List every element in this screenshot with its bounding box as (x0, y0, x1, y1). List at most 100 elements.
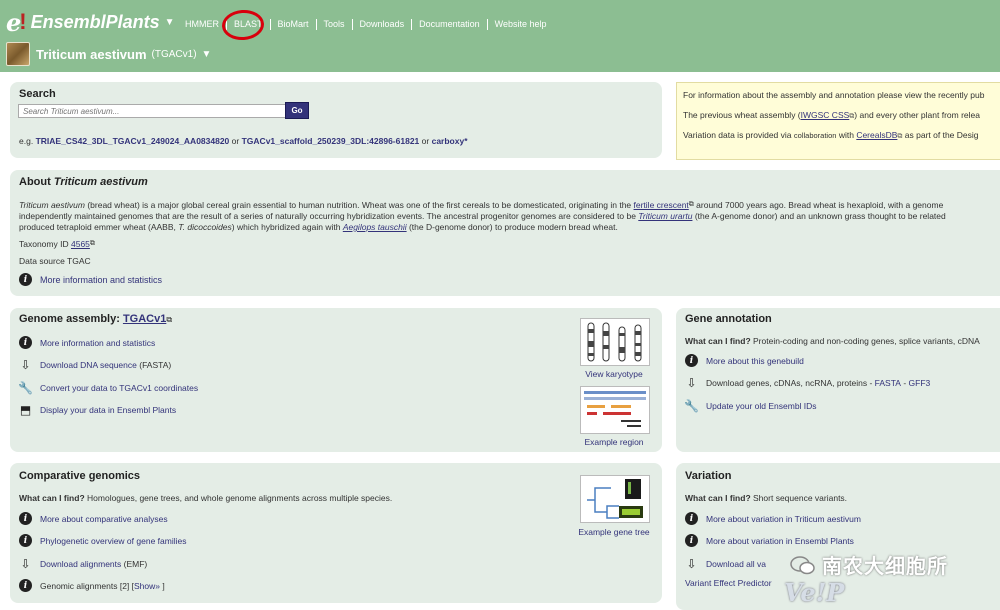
ensembl-plants-logo[interactable]: e ! EnsemblPlants ▼ (6, 7, 175, 37)
about-paragraph-line-3: produced tetraploid emmer wheat (AABB, T… (19, 222, 618, 232)
fasta-link[interactable]: FASTA (875, 378, 901, 388)
var-item-triticum[interactable]: i More about variation in Triticum aesti… (685, 512, 861, 525)
about-text: around 7000 years ago. Bread wheat is he… (693, 200, 944, 210)
search-examples: e.g. TRIAE_CS42_3DL_TGACv1_249024_AA0834… (19, 136, 468, 146)
species-thumbnail[interactable] (6, 42, 30, 66)
example-region-thumbnail[interactable] (580, 386, 650, 434)
what-find-label: What can I find? (685, 336, 751, 346)
nav-tools[interactable]: Tools (315, 19, 352, 30)
ga-display-link[interactable]: Display your data in Ensembl Plants (40, 405, 176, 415)
ga-convert-link[interactable]: Convert your data to TGACv1 coordinates (40, 383, 198, 393)
what-find-label: What can I find? (685, 493, 751, 503)
example-link-gene[interactable]: TRIAE_CS42_3DL_TGACv1_249024_AA0834820 (36, 136, 230, 146)
info-icon: i (19, 336, 32, 349)
var-what-find: What can I find? Short sequence variants… (685, 493, 847, 503)
view-karyotype-link[interactable]: View karyotype (576, 369, 652, 379)
comp-what-find: What can I find? Homologues, gene trees,… (19, 493, 392, 503)
vep-link[interactable]: Variant Effect Predictor (685, 578, 772, 588)
go-button[interactable]: Go (285, 102, 309, 119)
about-title: About Triticum aestivum (19, 176, 148, 188)
gene-annotation-panel: Gene annotation What can I find? Protein… (676, 308, 1000, 452)
info-icon: i (19, 273, 32, 286)
what-find-label: What can I find? (19, 493, 85, 503)
example-link-region[interactable]: TGACv1_scaffold_250239_3DL:42896-61821 (242, 136, 420, 146)
update-ids-link[interactable]: Update your old Ensembl IDs (706, 401, 817, 411)
comp-item-download-alignments[interactable]: ⇩ Download alignments (EMF) (19, 557, 147, 571)
info-text: as part of the Desig (904, 130, 979, 140)
show-toggle-link[interactable]: Show» (134, 581, 160, 591)
what-find-text: Protein-coding and non-coding genes, spl… (753, 336, 980, 346)
nav-biomart[interactable]: BioMart (269, 19, 316, 30)
or-text: or (231, 136, 240, 146)
example-gene-tree-link[interactable]: Example gene tree (572, 527, 656, 537)
about-paragraph-line-2: independently maintained genomes that ar… (19, 211, 946, 221)
region-image (584, 391, 646, 427)
genome-assembly-panel: Genome assembly: TGACv1⧉ i More informat… (10, 308, 662, 452)
nav-hmmer[interactable]: HMMER (178, 19, 226, 30)
chevron-down-icon[interactable]: ▼ (165, 17, 175, 28)
variation-ensembl-link[interactable]: More about variation in Ensembl Plants (706, 536, 854, 546)
collaboration-text: collaboration (793, 131, 837, 140)
ga-download-link[interactable]: Download DNA sequence (40, 360, 137, 370)
gene-item-genebuild[interactable]: i More about this genebuild (685, 354, 804, 367)
download-icon: ⇩ (686, 556, 697, 571)
assembly-name: (TGACv1) (151, 48, 197, 60)
watermark-text: 南农大细胞所 (822, 554, 948, 578)
iwgsc-css-link[interactable]: IWGSC CSS (801, 110, 850, 120)
external-link-icon: ⧉ (166, 315, 173, 324)
comp-item-more-about[interactable]: i More about comparative analyses (19, 512, 168, 525)
variation-triticum-link[interactable]: More about variation in Triticum aestivu… (706, 514, 861, 524)
wrench-icon: 🔧 (18, 380, 33, 395)
download-variation-link[interactable]: Download all va (706, 559, 766, 569)
genebuild-link[interactable]: More about this genebuild (706, 356, 804, 366)
ga-item-more-info[interactable]: i More information and statistics (19, 336, 155, 349)
download-icon: ⇩ (686, 375, 697, 390)
triticum-urartu-link[interactable]: Triticum urartu (638, 211, 692, 221)
info-line-1: For information about the assembly and a… (683, 90, 985, 100)
nav-downloads[interactable]: Downloads (351, 19, 412, 30)
comp-more-about-link[interactable]: More about comparative analyses (40, 514, 168, 524)
info-notice-box: For information about the assembly and a… (676, 82, 1000, 160)
about-more-info-row[interactable]: i More information and statistics (19, 273, 162, 286)
info-line-2: The previous wheat assembly (IWGSC CSS⧉)… (683, 110, 980, 121)
ga-item-display[interactable]: ⬒ Display your data in Ensembl Plants (19, 403, 176, 417)
gff3-link[interactable]: GFF3 (909, 378, 931, 388)
wrench-icon: 🔧 (684, 398, 699, 413)
comp-item-phylogenetic[interactable]: i Phylogenetic overview of gene families (19, 534, 186, 547)
ga-more-info-link[interactable]: More information and statistics (40, 338, 155, 348)
about-panel: About Triticum aestivum Triticum aestivu… (10, 170, 1000, 296)
logo-bang: ! (19, 9, 27, 34)
about-text: (the A-genome donor) and an unknown gras… (692, 211, 946, 221)
gene-tree-thumbnail[interactable] (580, 475, 650, 523)
ga-item-download-dna[interactable]: ⇩ Download DNA sequence (FASTA) (19, 358, 171, 372)
gene-item-update-ids[interactable]: 🔧 Update your old Ensembl IDs (684, 398, 817, 413)
watermark-logo: Ve!P (784, 578, 845, 607)
example-link-text[interactable]: carboxy* (432, 136, 468, 146)
karyotype-thumbnail[interactable] (580, 318, 650, 366)
nav-website-help[interactable]: Website help (486, 19, 554, 30)
example-region-link[interactable]: Example region (576, 437, 652, 447)
comp-genomic-alignments: i Genomic alignments [2] [Show» ] (19, 579, 165, 592)
var-item-ensembl[interactable]: i More about variation in Ensembl Plants (685, 534, 854, 547)
blast-highlight-circle (221, 8, 265, 42)
separator: - (900, 377, 909, 388)
genome-assembly-title: Genome assembly: TGACv1⧉ (19, 313, 172, 325)
about-text: independently maintained genomes that ar… (19, 211, 639, 221)
info-text: Variation data is provided via (683, 130, 792, 140)
or-text: or (421, 136, 430, 146)
fertile-crescent-link[interactable]: fertile crescent (634, 200, 689, 210)
about-more-info-link[interactable]: More information and statistics (40, 275, 162, 285)
nav-documentation[interactable]: Documentation (411, 19, 487, 30)
tgacv1-link[interactable]: TGACv1 (123, 313, 166, 325)
phylogenetic-overview-link[interactable]: Phylogenetic overview of gene families (40, 536, 186, 546)
var-item-download[interactable]: ⇩ Download all va (685, 556, 766, 571)
search-title: Search (19, 88, 56, 100)
species-name[interactable]: Triticum aestivum (36, 47, 147, 62)
taxonomy-id-link[interactable]: 4565 (71, 239, 90, 249)
search-input[interactable] (18, 104, 292, 118)
ga-item-convert[interactable]: 🔧 Convert your data to TGACv1 coordinate… (18, 380, 198, 395)
cerealsdb-link[interactable]: CerealsDB (856, 130, 897, 140)
chevron-down-icon[interactable]: ▼ (202, 49, 212, 60)
download-alignments-link[interactable]: Download alignments (40, 559, 121, 569)
aegilops-tauschii-link[interactable]: Aegilops tauschii (343, 222, 407, 232)
